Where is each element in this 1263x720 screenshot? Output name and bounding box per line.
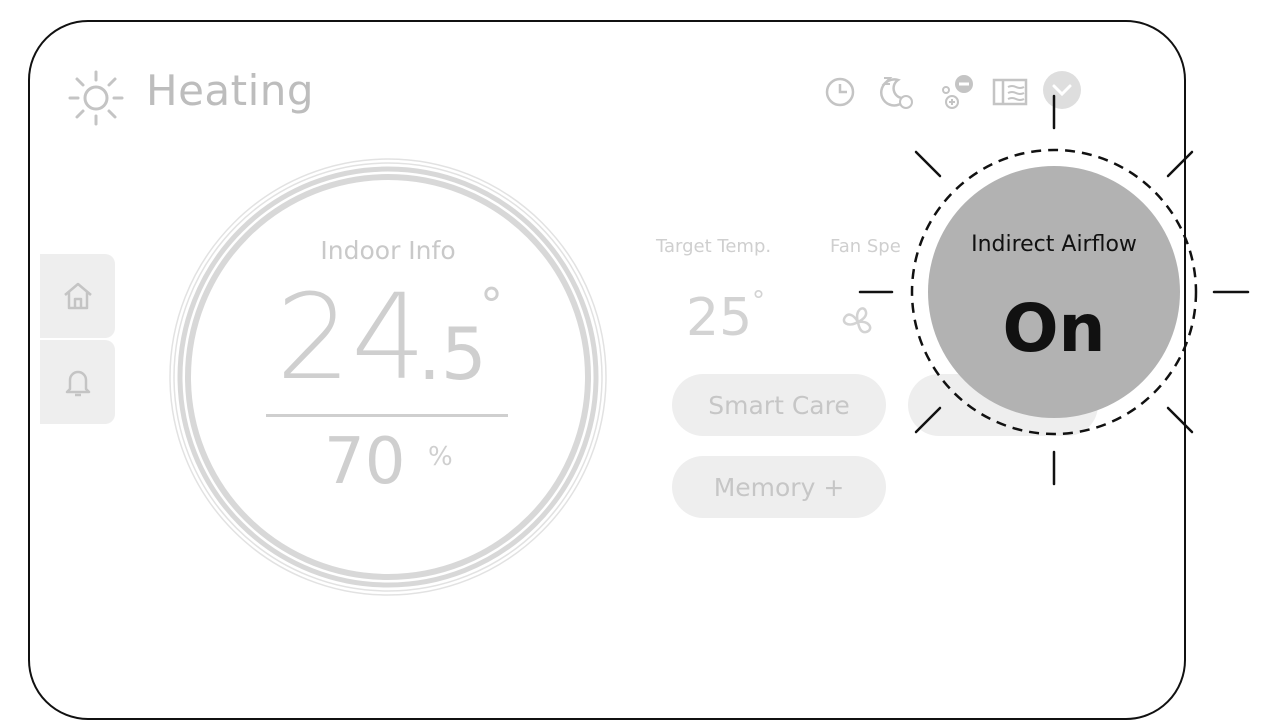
indoor-temperature-decimal: .5 (418, 312, 487, 396)
indoor-info-title: Indoor Info (320, 236, 456, 265)
target-temp-value[interactable]: 25 (686, 292, 752, 344)
sun-icon (68, 70, 124, 126)
airflow-settings-icon[interactable] (990, 74, 1030, 110)
bell-icon (65, 370, 90, 397)
chevron-down-icon[interactable] (1042, 70, 1082, 110)
clock-icon[interactable] (822, 74, 858, 110)
indoor-divider (266, 414, 508, 417)
target-temp-unit: ° (752, 286, 765, 316)
energy-control-icon[interactable] (938, 72, 978, 112)
smart-care-button[interactable]: Smart Care (672, 374, 886, 436)
memory-plus-button[interactable]: Memory + (672, 456, 886, 518)
sidebar-item-notifications[interactable] (40, 340, 115, 424)
fan-icon[interactable] (834, 298, 882, 346)
sidebar-item-home[interactable] (40, 254, 115, 338)
indoor-temperature-integer: 24 (276, 268, 427, 406)
indoor-temperature-unit: ° (480, 278, 503, 332)
sleep-timer-icon[interactable] (876, 72, 916, 112)
fan-speed-label: Fan Spe (830, 236, 901, 257)
callout-status-value: On (1002, 290, 1106, 367)
home-icon (63, 282, 92, 310)
mode-label: Heating (146, 66, 315, 115)
indoor-humidity-value: 70 (324, 425, 406, 499)
indoor-humidity-unit: % (428, 442, 453, 472)
callout-title: Indirect Airflow (971, 232, 1137, 257)
target-temp-label: Target Temp. (656, 236, 772, 257)
